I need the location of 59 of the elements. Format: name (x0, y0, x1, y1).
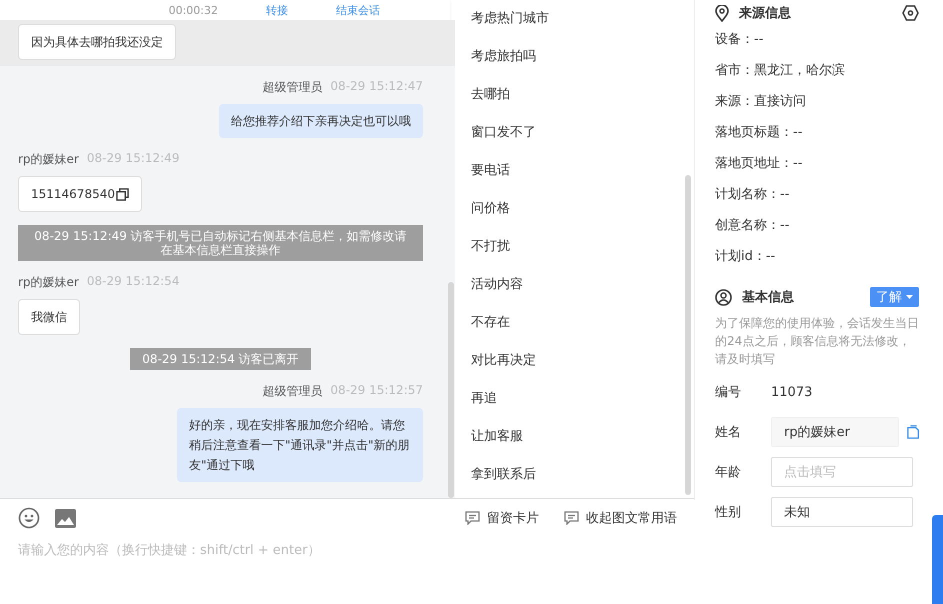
quick-reply-item[interactable]: 不打扰 (471, 228, 678, 266)
info-row-text: 设备：-- (715, 31, 764, 49)
caret-icon (906, 294, 913, 300)
toolbar-button[interactable]: 留资卡片 (465, 509, 539, 527)
message-bubble: 给您推荐介绍下亲再决定也可以哦 (219, 104, 423, 138)
message-time: 08-29 15:12:57 (330, 383, 423, 399)
sender-name: 超级管理员 (262, 383, 322, 400)
field-label: 年龄 (715, 464, 742, 481)
section-title: 来源信息 (739, 5, 791, 22)
quick-reply-item[interactable]: 去哪拍 (471, 76, 678, 114)
id-value: 11073 (771, 384, 812, 400)
quick-reply-item[interactable]: 考虑旅拍吗 (471, 38, 678, 76)
message-time: 08-29 15:12:54 (86, 274, 180, 290)
quick-reply-item[interactable]: 活动内容 (471, 266, 678, 304)
message-bubble: 15114678540 (18, 176, 142, 212)
call-timer: 00:00:32 (168, 4, 218, 16)
info-row-text: 计划名称：-- (715, 186, 790, 204)
input-field[interactable]: 点击填写 (771, 457, 913, 487)
input-field[interactable]: 未知 (771, 497, 913, 527)
name-field: rp的媛妹er (771, 417, 899, 447)
image-icon[interactable] (55, 508, 76, 528)
message-bubble: 因为具体去哪拍我还没定 (18, 24, 176, 60)
quick-reply-item[interactable]: 考虑热门城市 (471, 0, 678, 38)
sender-name: rp的媛妹er (18, 151, 79, 168)
field-label: 姓名 (715, 424, 742, 441)
quick-reply-item[interactable]: 拿到联系后 (471, 456, 678, 494)
field-label: 性别 (715, 504, 742, 521)
quick-reply-item[interactable]: 要电话 (471, 152, 678, 190)
message-bubble: 好的亲，现在安排客服加您介绍哈。请您稍后注意查看一下"通讯录"并点击"新的朋友"通过下哦 (177, 408, 423, 482)
quick-reply-item[interactable]: 问价格 (471, 190, 678, 228)
location-pin-icon (715, 4, 729, 22)
chat-bubble-icon (564, 511, 579, 525)
quick-reply-item[interactable]: 让加客服 (471, 418, 678, 456)
info-row-text: 省市：黑龙江，哈尔滨 (715, 62, 846, 80)
quick-reply-item[interactable]: 对比再决定 (471, 342, 678, 380)
info-row-text: 创意名称：-- (715, 217, 790, 235)
message-bubble: 我微信 (18, 299, 80, 335)
chat-bubble-icon (465, 511, 480, 525)
quick-reply-item[interactable]: 不存在 (471, 304, 678, 342)
copy-icon[interactable] (116, 188, 129, 200)
message-time: 08-29 15:12:49 (86, 151, 180, 167)
toolbar-button[interactable]: 收起图文常用语 (564, 509, 677, 527)
system-notice: 08-29 15:12:54 访客已离开 (130, 348, 311, 370)
user-circle-icon (715, 288, 732, 306)
message-time: 08-29 15:12:47 (330, 79, 423, 95)
info-row-text: 落地页地址：-- (715, 155, 804, 173)
quick-reply-item[interactable]: 再追 (471, 380, 678, 418)
info-row-text: 计划id：-- (715, 248, 776, 266)
field-label: 编号 (715, 384, 742, 401)
settings-icon[interactable] (902, 5, 919, 21)
section-title: 基本信息 (742, 289, 794, 306)
notice-text: 为了保障您的使用体验，会话发生当日的24点之后，顾客信息将无法修改，请及时填写 (715, 315, 919, 368)
system-notice: 08-29 15:12:49 访客手机号已自动标记右侧基本信息栏，如需修改请在基本信息栏直接操作 (18, 225, 423, 261)
info-row-text: 来源：直接访问 (715, 93, 807, 111)
emoji-icon[interactable] (18, 507, 40, 529)
info-row-text: 落地页标题：-- (715, 124, 804, 142)
sender-name: 超级管理员 (262, 79, 322, 96)
sender-name: rp的媛妹er (18, 274, 79, 291)
quick-reply-item[interactable]: 窗口发不了 (471, 114, 678, 152)
